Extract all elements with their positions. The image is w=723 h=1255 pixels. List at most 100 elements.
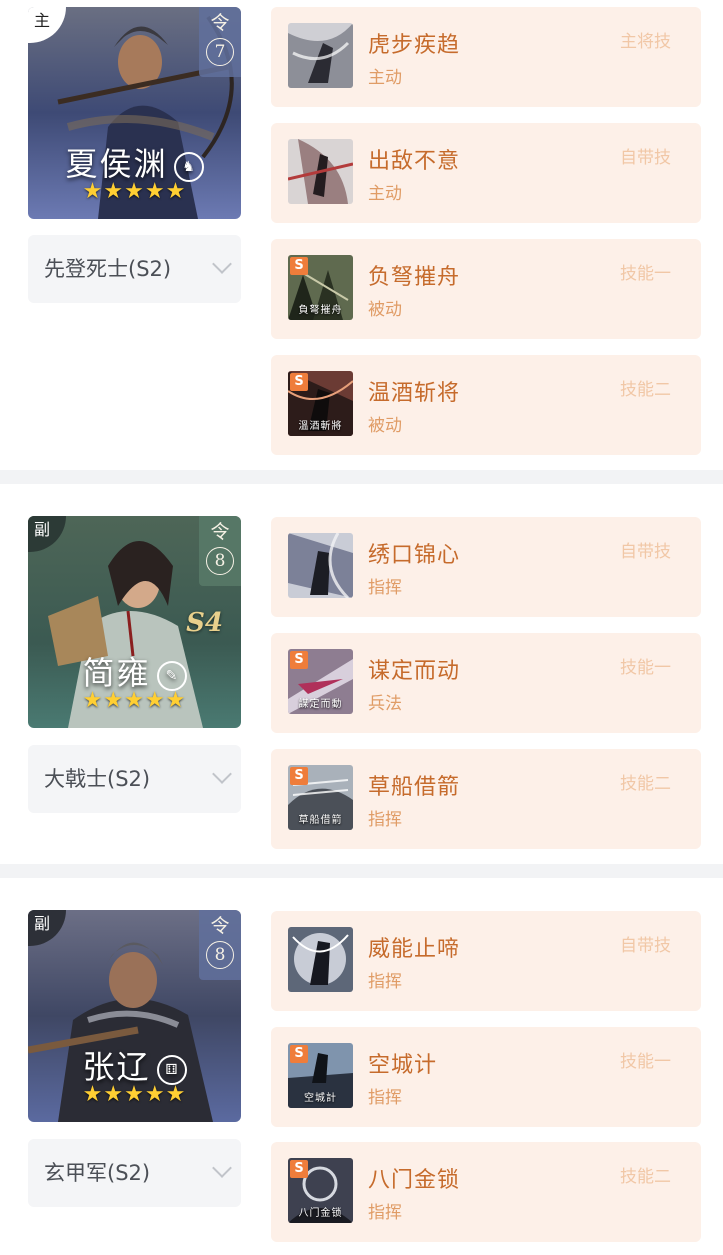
hero-card-zhangliao[interactable]: 副 令 8 张辽 ⚅ ★★★★★	[28, 910, 241, 1122]
skill-type: 被动	[368, 416, 402, 436]
troop-label: 大戟士(S2)	[44, 767, 151, 791]
star-icon: ★	[144, 1082, 166, 1107]
skill-name: 八门金锁	[368, 1168, 461, 1193]
skill-card[interactable]: S 空城計 空城计 指挥 技能一	[271, 1027, 701, 1127]
skill-icon-caption: 謀定而動	[298, 699, 343, 710]
star-icon: ★	[103, 688, 125, 713]
hero-name: 张辽	[82, 1048, 151, 1086]
star-icon: ★	[144, 688, 166, 713]
skill-name: 负弩摧舟	[368, 265, 461, 290]
star-rating: ★★★★★	[28, 1082, 241, 1107]
command-count: 7	[206, 38, 234, 66]
skill-type: 指挥	[368, 1088, 402, 1108]
star-icon: ★	[144, 179, 166, 204]
s-badge-icon: S	[290, 1160, 308, 1178]
hero-name: 简雍	[82, 654, 151, 692]
troop-label: 玄甲军(S2)	[44, 1161, 151, 1185]
skill-icon	[288, 139, 353, 204]
hero-type-icon: ✎	[156, 660, 187, 691]
section-divider	[0, 864, 723, 878]
skill-icon-caption: 負弩摧舟	[298, 305, 343, 316]
s-badge-icon: S	[290, 767, 308, 785]
skill-slot: 自带技	[620, 936, 671, 956]
skill-type: 指挥	[368, 1203, 402, 1223]
command-count: 8	[206, 547, 234, 575]
skill-icon-caption: 八门金锁	[298, 1208, 343, 1219]
chevron-down-icon	[212, 764, 232, 784]
skill-slot: 主将技	[620, 32, 671, 52]
command-label: 令	[210, 521, 230, 543]
skill-card[interactable]: S 負弩摧舟 负弩摧舟 被动 技能一	[271, 239, 701, 339]
star-icon: ★	[82, 688, 104, 713]
skill-slot: 技能二	[620, 1167, 671, 1187]
star-rating: ★★★★★	[28, 688, 241, 713]
troop-label: 先登死士(S2)	[44, 257, 172, 281]
command-label: 令	[210, 12, 230, 34]
skill-name: 温酒斩将	[368, 381, 461, 406]
skill-icon: S 溫酒斬將	[288, 371, 353, 436]
skill-name: 威能止啼	[368, 937, 461, 962]
skill-slot: 技能一	[620, 264, 671, 284]
skill-icon	[288, 927, 353, 992]
skill-name: 出敌不意	[368, 149, 461, 174]
skill-card[interactable]: S 溫酒斬將 温酒斩将 被动 技能二	[271, 355, 701, 455]
skill-slot: 自带技	[620, 542, 671, 562]
s-badge-icon: S	[290, 373, 308, 391]
skill-slot: 技能二	[620, 774, 671, 794]
skill-type: 主动	[368, 68, 402, 88]
skill-slot: 自带技	[620, 148, 671, 168]
skill-type: 指挥	[368, 810, 402, 830]
skill-name: 草船借箭	[368, 775, 461, 800]
skill-name: 虎步疾趋	[368, 33, 461, 58]
skill-type: 指挥	[368, 972, 402, 992]
chevron-down-icon	[212, 1158, 232, 1178]
command-label: 令	[210, 915, 230, 937]
chevron-down-icon	[212, 254, 232, 274]
command-badge: 令 8	[199, 516, 241, 586]
command-badge: 令 8	[199, 910, 241, 980]
skill-card[interactable]: 威能止啼 指挥 自带技	[271, 911, 701, 1011]
skill-name: 空城计	[368, 1053, 438, 1078]
season-badge: S4	[186, 608, 223, 638]
star-icon: ★	[103, 179, 125, 204]
hero-name: 夏侯渊	[65, 145, 168, 183]
star-icon: ★	[165, 1082, 187, 1107]
skill-type: 指挥	[368, 578, 402, 598]
skill-icon-caption: 草船借箭	[298, 815, 343, 826]
star-rating: ★★★★★	[28, 179, 241, 204]
skill-icon-caption: 空城計	[304, 1093, 337, 1104]
star-icon: ★	[82, 1082, 104, 1107]
skill-type: 主动	[368, 184, 402, 204]
skill-icon: S 空城計	[288, 1043, 353, 1108]
troop-select[interactable]: 先登死士(S2)	[28, 235, 241, 303]
star-icon: ★	[165, 179, 187, 204]
hero-card-xiahouyuan[interactable]: 主 令 7 夏侯渊 ♞ ★★★★★	[28, 7, 241, 219]
skill-card[interactable]: 出敌不意 主动 自带技	[271, 123, 701, 223]
command-badge: 令 7	[199, 7, 241, 77]
troop-select[interactable]: 大戟士(S2)	[28, 745, 241, 813]
hero-type-icon: ⚅	[156, 1054, 187, 1085]
s-badge-icon: S	[290, 257, 308, 275]
command-count: 8	[206, 941, 234, 969]
skill-icon	[288, 533, 353, 598]
s-badge-icon: S	[290, 651, 308, 669]
skill-card[interactable]: S 草船借箭 草船借箭 指挥 技能二	[271, 749, 701, 849]
skill-card[interactable]: S 八门金锁 八门金锁 指挥 技能二	[271, 1142, 701, 1242]
skill-card[interactable]: 虎步疾趋 主动 主将技	[271, 7, 701, 107]
skill-icon: S 謀定而動	[288, 649, 353, 714]
skill-type: 兵法	[368, 694, 402, 714]
skill-icon: S 八门金锁	[288, 1158, 353, 1223]
star-icon: ★	[103, 1082, 125, 1107]
skill-card[interactable]: S 謀定而動 谋定而动 兵法 技能一	[271, 633, 701, 733]
troop-select[interactable]: 玄甲军(S2)	[28, 1139, 241, 1207]
skill-slot: 技能二	[620, 380, 671, 400]
star-icon: ★	[124, 688, 145, 713]
skill-card[interactable]: 绣口锦心 指挥 自带技	[271, 517, 701, 617]
skill-icon-caption: 溫酒斬將	[298, 421, 343, 432]
hero-type-icon: ♞	[173, 151, 204, 182]
s-badge-icon: S	[290, 1045, 308, 1063]
skill-slot: 技能一	[620, 658, 671, 678]
hero-card-jianyong[interactable]: 副 令 8 S4 简雍 ✎ ★★★★★	[28, 516, 241, 728]
star-icon: ★	[82, 179, 104, 204]
star-icon: ★	[124, 1082, 145, 1107]
